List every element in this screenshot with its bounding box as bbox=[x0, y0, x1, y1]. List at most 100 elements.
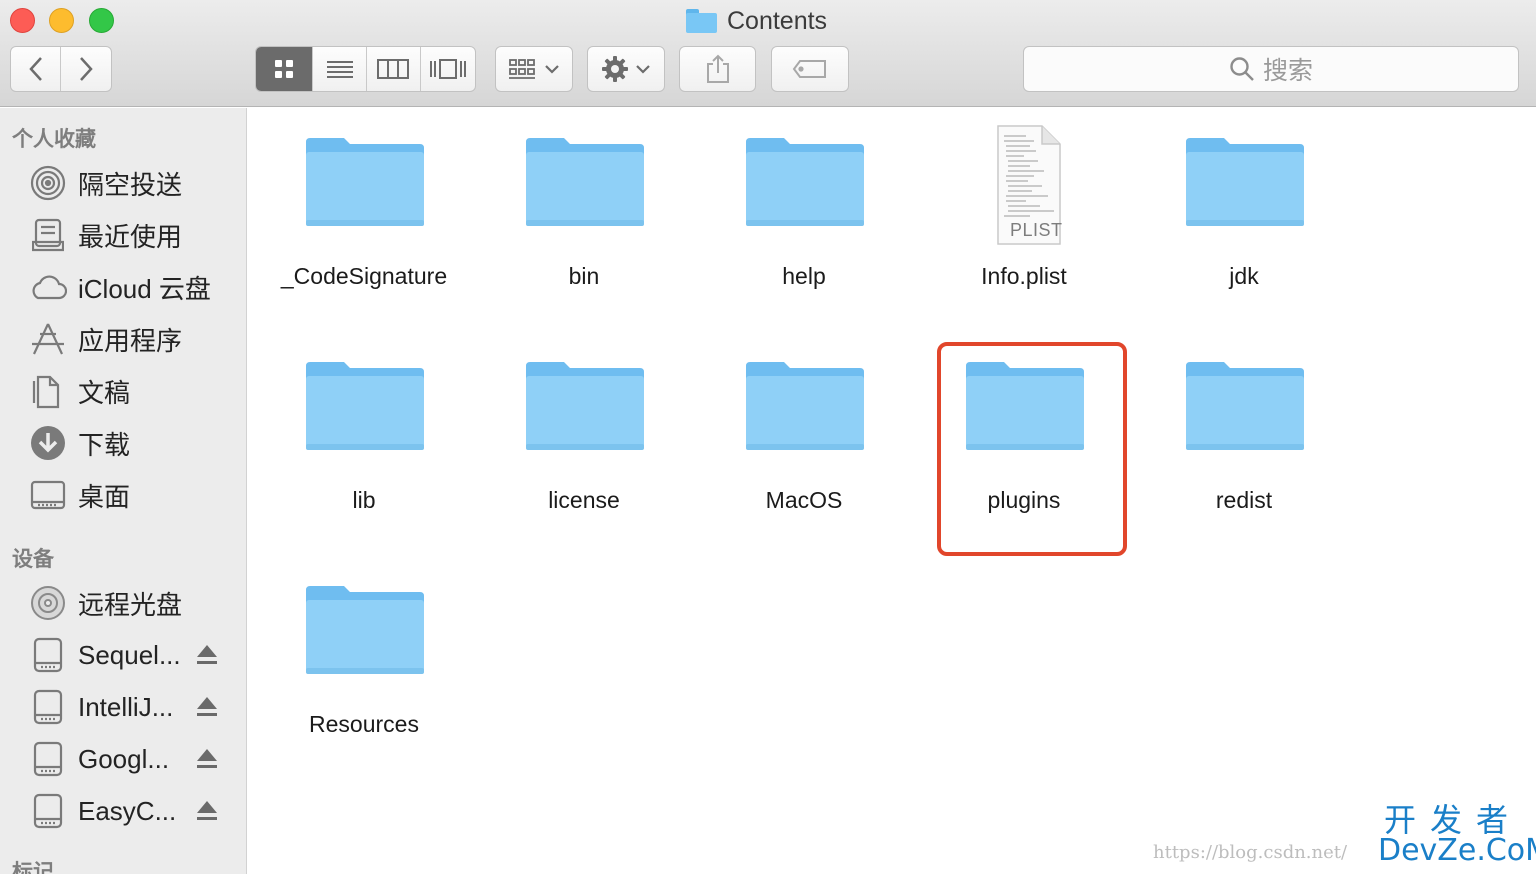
sidebar-item-drive[interactable]: Googl... bbox=[28, 739, 243, 779]
chevron-down-icon bbox=[636, 65, 650, 74]
sidebar-item-documents[interactable]: 文稿 bbox=[28, 371, 243, 411]
drive-icon bbox=[28, 739, 68, 779]
file-item-resources[interactable]: Resources bbox=[254, 556, 474, 756]
watermark-en: DevZe.CoM bbox=[1378, 833, 1536, 868]
sidebar-item-label: 最近使用 bbox=[78, 221, 183, 252]
column-view-button[interactable] bbox=[367, 47, 421, 91]
eject-icon[interactable] bbox=[195, 694, 219, 720]
applications-icon bbox=[28, 319, 68, 359]
sidebar-item-remote-disc[interactable]: 远程光盘 bbox=[28, 583, 243, 623]
action-menu-button[interactable] bbox=[587, 46, 665, 92]
folder-icon bbox=[746, 138, 864, 226]
chevron-left-icon bbox=[28, 57, 42, 81]
file-item-info-plist[interactable]: PLIST Info.plist bbox=[914, 108, 1134, 308]
edit-tags-button[interactable] bbox=[771, 46, 849, 92]
file-item-codesignature[interactable]: _CodeSignature bbox=[254, 108, 474, 308]
sidebar-item-drive[interactable]: EasyC... bbox=[28, 791, 243, 831]
back-button[interactable] bbox=[11, 47, 61, 91]
sidebar-item-label: 文稿 bbox=[78, 377, 131, 408]
file-name: lib bbox=[352, 487, 376, 513]
watermark-logo: 开发者 DevZe.CoM bbox=[1378, 804, 1536, 868]
plugins-highlight-box bbox=[937, 342, 1127, 556]
sidebar-item-recents[interactable]: 最近使用 bbox=[28, 215, 243, 255]
sidebar-item-drive[interactable]: Sequel... bbox=[28, 635, 243, 675]
watermark-url: https://blog.csdn.net/ bbox=[1153, 842, 1348, 863]
sidebar-item-icloud[interactable]: iCloud 云盘 bbox=[28, 267, 243, 307]
back-forward-control bbox=[10, 46, 112, 92]
file-item-redist[interactable]: redist bbox=[1134, 332, 1354, 532]
file-name: help bbox=[782, 263, 826, 289]
folder-icon bbox=[526, 138, 644, 226]
file-item-bin[interactable]: bin bbox=[474, 108, 694, 308]
arrange-icon bbox=[509, 59, 535, 79]
file-name: jdk bbox=[1229, 263, 1259, 289]
close-window-button[interactable] bbox=[10, 8, 35, 33]
file-item-macos[interactable]: MacOS bbox=[694, 332, 914, 532]
folder-icon bbox=[306, 362, 424, 450]
search-icon bbox=[1230, 57, 1254, 81]
file-item-lib[interactable]: lib bbox=[254, 332, 474, 532]
desktop-icon bbox=[28, 475, 68, 515]
sidebar-item-airdrop[interactable]: 隔空投送 bbox=[28, 163, 243, 203]
file-name: license bbox=[548, 487, 620, 513]
forward-button[interactable] bbox=[61, 47, 111, 91]
sidebar-item-label: EasyC... bbox=[78, 795, 177, 826]
eject-icon[interactable] bbox=[195, 642, 219, 668]
sidebar: 个人收藏 隔空投送 最近使用 iCloud 云盘 应用程序 文稿 下载 桌面 设… bbox=[0, 108, 247, 874]
chevron-right-icon bbox=[80, 57, 93, 81]
sidebar-item-label: 应用程序 bbox=[78, 325, 183, 356]
file-item-help[interactable]: help bbox=[694, 108, 914, 308]
tag-icon bbox=[792, 60, 826, 78]
airdrop-icon bbox=[28, 163, 68, 203]
view-mode-control bbox=[255, 46, 476, 92]
sidebar-item-label: 桌面 bbox=[78, 481, 131, 512]
sidebar-item-downloads[interactable]: 下载 bbox=[28, 423, 243, 463]
downloads-icon bbox=[28, 423, 68, 463]
arrange-button[interactable] bbox=[495, 46, 573, 92]
file-item-jdk[interactable]: jdk bbox=[1134, 108, 1354, 308]
file-item-license[interactable]: license bbox=[474, 332, 694, 532]
gear-icon bbox=[602, 56, 628, 82]
devices-header: 设备 bbox=[12, 548, 54, 571]
sidebar-item-drive[interactable]: IntelliJ... bbox=[28, 687, 243, 727]
tags-header: 标记 bbox=[12, 861, 54, 874]
sidebar-item-label: Sequel... bbox=[78, 639, 181, 670]
search-field[interactable]: 搜索 bbox=[1023, 46, 1519, 92]
list-view-button[interactable] bbox=[313, 47, 367, 91]
window-title: Contents bbox=[686, 4, 827, 38]
sidebar-item-label: IntelliJ... bbox=[78, 691, 174, 722]
drive-icon bbox=[28, 635, 68, 675]
list-icon bbox=[326, 61, 353, 78]
minimize-window-button[interactable] bbox=[49, 8, 74, 33]
columns-icon bbox=[377, 59, 410, 79]
folder-icon bbox=[746, 362, 864, 450]
file-name: bin bbox=[568, 263, 600, 289]
chevron-down-icon bbox=[545, 65, 559, 74]
share-button[interactable] bbox=[679, 46, 756, 92]
icon-view-button[interactable] bbox=[256, 47, 314, 91]
sidebar-item-applications[interactable]: 应用程序 bbox=[28, 319, 243, 359]
sidebar-item-label: 下载 bbox=[78, 429, 131, 460]
window-toolbar: Contents 搜索 bbox=[0, 0, 1536, 107]
sidebar-item-label: 远程光盘 bbox=[78, 589, 183, 620]
remote-disc-icon bbox=[28, 583, 68, 623]
folder-icon bbox=[526, 362, 644, 450]
zoom-window-button[interactable] bbox=[89, 8, 114, 33]
drive-icon bbox=[28, 791, 68, 831]
sidebar-item-desktop[interactable]: 桌面 bbox=[28, 475, 243, 515]
eject-icon[interactable] bbox=[195, 746, 219, 772]
file-name: _CodeSignature bbox=[280, 263, 448, 289]
file-icon-grid: _CodeSignature bin help PLIST Info.plist… bbox=[248, 108, 1534, 874]
file-name: redist bbox=[1215, 487, 1273, 513]
folder-icon bbox=[306, 138, 424, 226]
sidebar-item-label: Googl... bbox=[78, 743, 170, 774]
cover-flow-view-button[interactable] bbox=[421, 47, 475, 91]
folder-icon bbox=[686, 9, 717, 33]
window-title-text: Contents bbox=[727, 6, 828, 35]
eject-icon[interactable] bbox=[195, 798, 219, 824]
file-name: MacOS bbox=[765, 487, 843, 513]
grid-icon bbox=[275, 60, 294, 78]
folder-icon bbox=[1186, 138, 1304, 226]
drive-icon bbox=[28, 687, 68, 727]
search-placeholder: 搜索 bbox=[1262, 57, 1313, 85]
